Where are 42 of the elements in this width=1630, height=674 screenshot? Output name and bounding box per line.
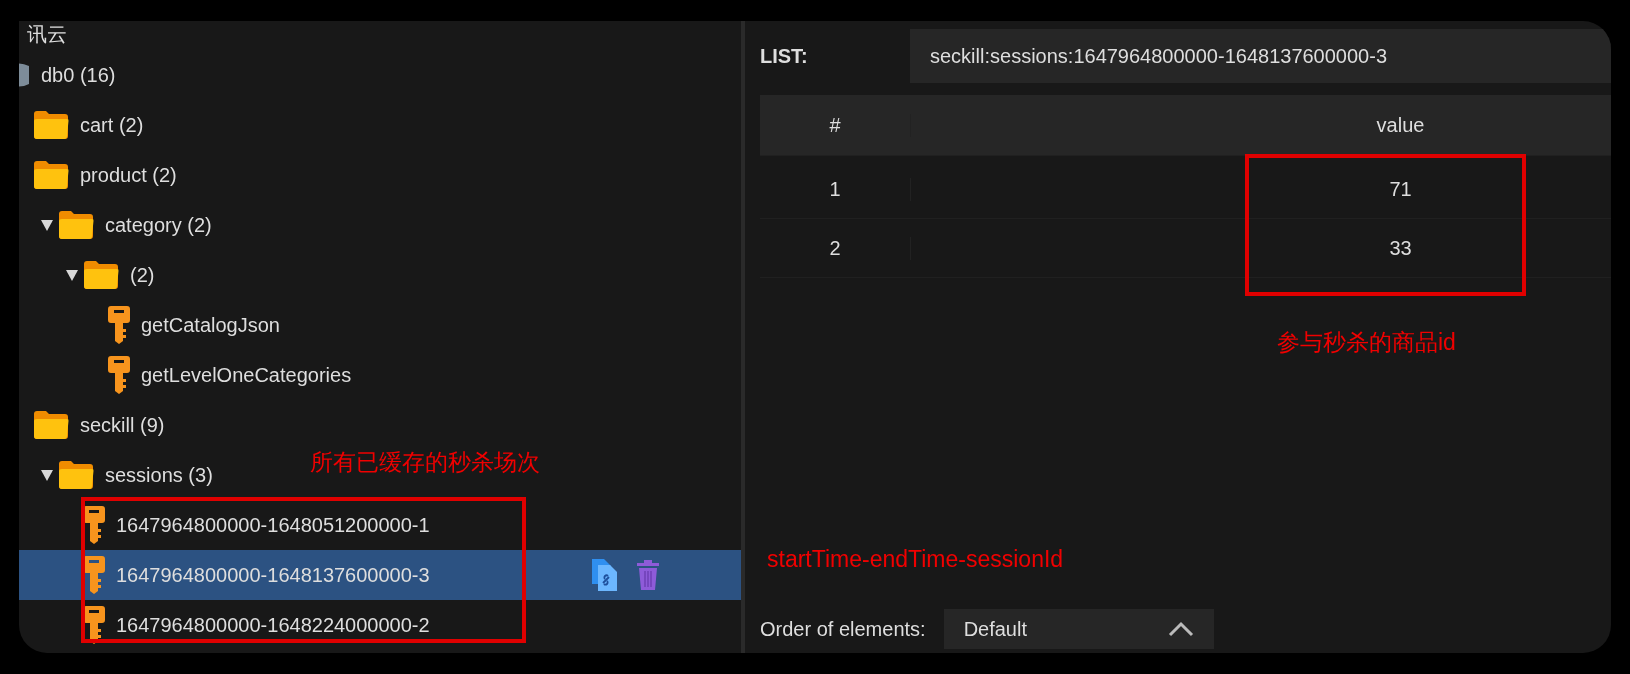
key-item[interactable]: 1647964800000-1648224000000-2 (19, 600, 741, 650)
copy-link-icon[interactable] (589, 558, 619, 592)
column-header: # (760, 113, 911, 137)
annotation-text: startTime-endTime-sessionId (767, 546, 1064, 573)
table-cell-text: 71 (1388, 177, 1413, 201)
folder-icon (57, 460, 95, 490)
key-icon (82, 605, 106, 645)
key-item[interactable]: getLevelOneCategories (19, 350, 741, 400)
folder-icon (82, 260, 120, 290)
key-item[interactable]: 1647964800000-1648137600000-3 (19, 550, 741, 600)
key-name-field[interactable]: seckill:sessions:1647964800000-1648137600000-3 (910, 29, 1611, 83)
tree-item[interactable]: cart (2) (19, 110, 144, 140)
key-icon (82, 505, 106, 545)
folder-icon (32, 410, 70, 440)
column-header: value (1375, 113, 1426, 137)
tree-item[interactable]: db0 (16) (19, 61, 116, 89)
tree-item[interactable]: category (2) (39, 210, 212, 240)
key-icon (107, 305, 131, 345)
order-label: Order of elements: (760, 617, 926, 641)
annotation-text: 所有已缓存的秒杀场次 (310, 448, 540, 477)
key-icon (82, 555, 106, 595)
caret-icon[interactable] (40, 468, 54, 482)
tree-item[interactable]: (2) (64, 260, 155, 290)
key-item[interactable]: 1647964800000-1648051200000-1 (19, 500, 741, 550)
caret-icon[interactable] (40, 218, 54, 232)
key-item[interactable]: getCatalogJson (19, 300, 741, 350)
connection-name: 讯云 (26, 22, 68, 47)
key-icon (107, 355, 131, 395)
caret-icon[interactable] (65, 268, 79, 282)
chevron-up-icon (1167, 621, 1194, 637)
folder-icon (32, 110, 70, 140)
table-cell-text: 33 (1388, 236, 1413, 260)
type-label: LIST: (760, 44, 809, 68)
table-cell: 2 (760, 236, 911, 260)
tree-item[interactable]: product (2) (19, 160, 177, 190)
annotation-text: 参与秒杀的商品id (1277, 328, 1456, 357)
tree-item[interactable]: sessions (3) (39, 460, 213, 490)
folder-icon (32, 160, 70, 190)
table-cell: 1 (760, 177, 911, 201)
folder-icon (57, 210, 95, 240)
order-dropdown[interactable]: Default (943, 609, 1214, 649)
tree-item[interactable]: seckill (9) (19, 410, 165, 440)
